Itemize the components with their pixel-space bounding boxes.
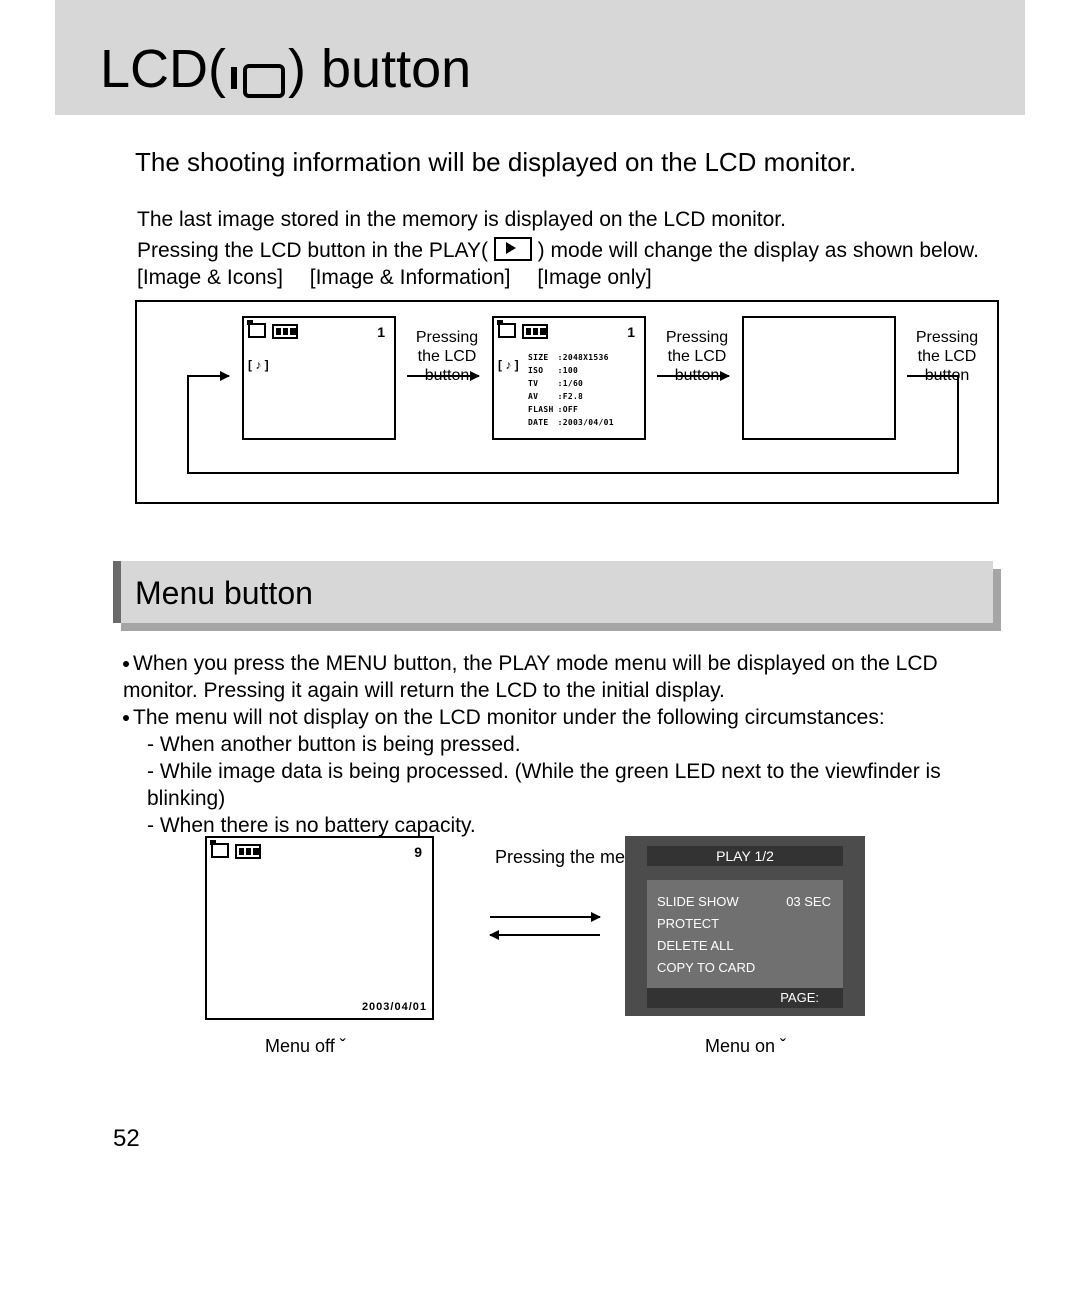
camera-icon xyxy=(498,323,516,338)
title-prefix: LCD( xyxy=(100,39,226,99)
arrow-icon xyxy=(187,375,229,377)
arrow-left-icon xyxy=(490,934,600,936)
arrow-icon xyxy=(407,375,479,377)
caption-menu-on: Menu on ˇ xyxy=(705,1036,786,1057)
screen-image-information: 1 [ ♪ ] SIZE:2048X1536 ISO:100 TV:1/60 A… xyxy=(492,316,646,440)
screen-date: 2003/04/01 xyxy=(362,1001,427,1013)
title-bar: LCD( ) button xyxy=(55,0,1025,115)
menu-body-text: When you press the MENU button, the PLAY… xyxy=(123,650,993,839)
menu-item-copy-to-card: COPY TO CARD xyxy=(657,960,755,975)
body1-line2: Pressing the LCD button in the PLAY( ) m… xyxy=(137,233,979,264)
arrow-line xyxy=(187,472,959,474)
menu-footer: PAGE: xyxy=(647,988,843,1008)
arrow-line xyxy=(187,375,189,474)
music-icon: [ ♪ ] xyxy=(248,358,269,372)
arrow-line xyxy=(907,375,959,377)
section-subtitle: The shooting information will be display… xyxy=(135,147,856,178)
menu-button-title: Menu button xyxy=(135,575,313,612)
screen-number: 9 xyxy=(414,844,422,860)
mb-bullet1: When you press the MENU button, the PLAY… xyxy=(123,650,993,704)
camera-icon xyxy=(248,323,266,338)
mb-bullet2: The menu will not display on the LCD mon… xyxy=(123,704,993,731)
arrow-line xyxy=(957,375,959,472)
menu-button-heading: Menu button xyxy=(113,561,993,626)
battery-icon xyxy=(235,844,261,859)
arrow-right-icon xyxy=(490,916,600,918)
exif-table: SIZE:2048X1536 ISO:100 TV:1/60 AV:F2.8 F… xyxy=(525,350,617,430)
menu-value-slide-show: 03 SEC xyxy=(786,894,831,909)
screen-number: 1 xyxy=(627,324,635,340)
menu-body: SLIDE SHOW 03 SEC PROTECT DELETE ALL COP… xyxy=(647,880,843,988)
battery-icon xyxy=(522,324,548,339)
screen-image-only xyxy=(742,316,896,440)
play-icon xyxy=(494,237,532,261)
lcd-icon xyxy=(231,61,283,95)
menu-header: PLAY 1/2 xyxy=(647,846,843,866)
music-icon: [ ♪ ] xyxy=(498,358,519,372)
mb-sub-b: - While image data is being processed. (… xyxy=(123,758,993,812)
battery-icon xyxy=(272,324,298,339)
title-suffix: ) button xyxy=(288,39,471,99)
lcd-flow-diagram: 1 [ ♪ ] Pressing the LCD button 1 [ ♪ ] … xyxy=(135,300,999,504)
screen-menu-off: 9 2003/04/01 xyxy=(205,836,434,1020)
caption-menu-off: Menu off ˇ xyxy=(265,1036,346,1057)
screen-number: 1 xyxy=(377,324,385,340)
screen-menu-on: PLAY 1/2 SLIDE SHOW 03 SEC PROTECT DELET… xyxy=(625,836,865,1016)
mb-sub-a: - When another button is being pressed. xyxy=(123,731,993,758)
page-title: LCD( ) button xyxy=(100,38,471,100)
body-text-1: The last image stored in the memory is d… xyxy=(137,206,979,291)
bullet-icon xyxy=(123,661,129,667)
menu-item-slide-show: SLIDE SHOW xyxy=(657,894,739,909)
camera-icon xyxy=(211,843,229,858)
menu-diagram: 9 2003/04/01 Menu off ˇ Pressing the men… xyxy=(205,836,905,1066)
body1-line3: [Image & Icons] [Image & Information] [I… xyxy=(137,264,979,291)
body1-line1: The last image stored in the memory is d… xyxy=(137,206,979,233)
arrow-icon xyxy=(657,375,729,377)
menu-item-delete-all: DELETE ALL xyxy=(657,938,734,953)
menu-item-protect: PROTECT xyxy=(657,916,719,931)
bullet-icon xyxy=(123,715,129,721)
screen-image-icons: 1 [ ♪ ] xyxy=(242,316,396,440)
mb-sub-c: - When there is no battery capacity. xyxy=(123,812,993,839)
page-number: 52 xyxy=(113,1125,140,1153)
